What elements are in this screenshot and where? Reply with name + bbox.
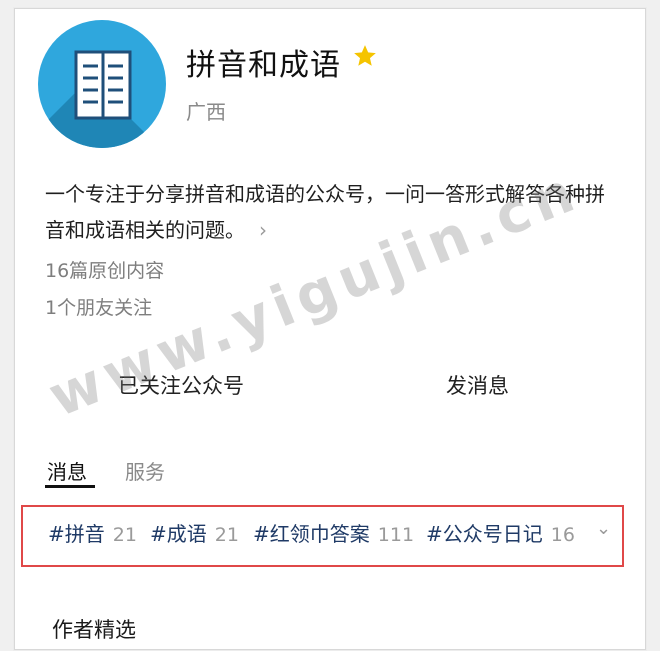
tag-label: #成语	[150, 522, 207, 546]
section-title: 作者精选	[52, 618, 136, 642]
account-name: 拼音和成语	[186, 48, 341, 83]
chevron-right-icon[interactable]: ›	[259, 218, 267, 242]
tag-red-scarf-answers[interactable]: #红领巾答案 111	[253, 518, 414, 547]
region-label: 广西	[186, 100, 226, 124]
tag-count: 16	[550, 524, 575, 546]
send-message-button[interactable]: 发消息	[446, 370, 509, 400]
avatar[interactable]	[38, 20, 166, 148]
description-text: 一个专注于分享拼音和成语的公众号，一问一答形式解答各种拼音和成语相关的问题。	[45, 182, 605, 242]
tag-count: 21	[112, 524, 137, 546]
tag-label: #公众号日记	[426, 522, 543, 546]
tag-count: 21	[214, 524, 239, 546]
original-count[interactable]: 16篇原创内容	[45, 256, 164, 283]
tag-chengyu[interactable]: #成语 21	[150, 518, 239, 547]
tag-pinyin[interactable]: #拼音 21	[48, 518, 137, 547]
tag-label: #拼音	[48, 522, 105, 546]
tag-account-diary[interactable]: #公众号日记 16	[426, 518, 575, 547]
chevron-down-icon[interactable]: ⌄	[596, 518, 611, 539]
book-icon	[74, 50, 132, 120]
tag-count: 111	[377, 524, 415, 546]
friends-following[interactable]: 1个朋友关注	[45, 293, 152, 320]
followed-button[interactable]: 已关注公众号	[118, 370, 244, 400]
tag-label: #红领巾答案	[253, 522, 370, 546]
account-description[interactable]: 一个专注于分享拼音和成语的公众号，一问一答形式解答各种拼音和成语相关的问题。 ›	[45, 176, 615, 248]
tab-services[interactable]: 服务	[125, 456, 165, 485]
active-tab-indicator	[45, 485, 95, 488]
tab-messages[interactable]: 消息	[47, 456, 87, 485]
star-icon	[354, 45, 376, 66]
